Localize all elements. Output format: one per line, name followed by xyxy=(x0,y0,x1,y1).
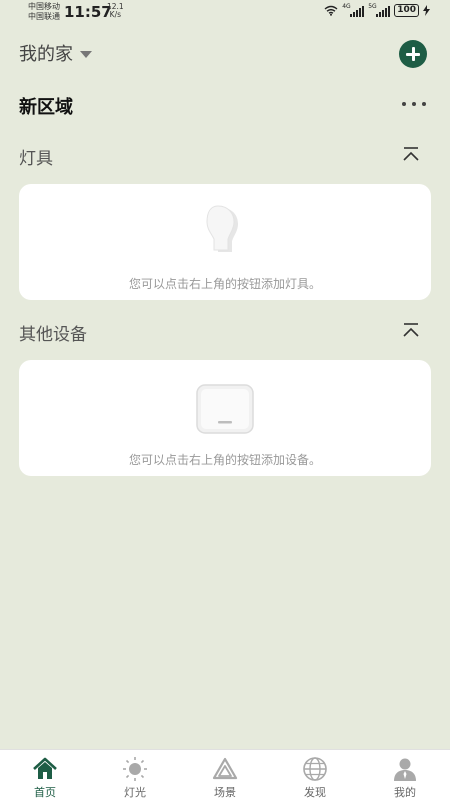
tab-label-mine: 我的 xyxy=(394,786,416,799)
carrier-info: 中国移动 中国联通 xyxy=(28,2,60,22)
charging-icon xyxy=(423,5,430,16)
tab-home[interactable]: 首页 xyxy=(0,750,90,800)
section-title-lights: 灯具 xyxy=(19,149,53,169)
signal-strength-icon-1: 4G xyxy=(342,2,365,17)
tab-mine[interactable]: 我的 xyxy=(360,750,450,800)
signal2-type: 5G xyxy=(368,2,377,10)
net-speed: 12.1 K/s xyxy=(107,3,124,19)
collapse-icon[interactable] xyxy=(402,322,420,338)
globe-icon xyxy=(303,757,327,781)
devices-empty-card: 您可以点击右上角的按钮添加设备。 xyxy=(19,360,431,476)
add-button[interactable] xyxy=(399,40,427,68)
carrier-name-2: 中国联通 xyxy=(28,12,60,21)
carrier-name-1: 中国移动 xyxy=(28,2,60,11)
home-selector[interactable]: 我的家 xyxy=(19,40,92,66)
battery-level: 100 xyxy=(394,4,419,17)
bottom-tab-bar: 首页 灯光 场景 发现 我的 xyxy=(0,749,450,800)
bulb-icon xyxy=(206,205,238,252)
status-time: 11:57 xyxy=(64,3,112,21)
devices-empty-hint: 您可以点击右上角的按钮添加设备。 xyxy=(128,453,321,467)
caret-down-icon xyxy=(80,50,92,58)
tab-scenes[interactable]: 场景 xyxy=(180,750,270,800)
net-speed-unit: K/s xyxy=(109,10,122,19)
wifi-icon xyxy=(324,5,338,16)
more-options-icon[interactable] xyxy=(402,97,426,111)
user-profile-icon xyxy=(394,758,416,781)
signal1-type: 4G xyxy=(342,2,351,10)
tab-label-home: 首页 xyxy=(34,786,56,799)
home-icon xyxy=(33,757,57,779)
lights-empty-hint: 您可以点击右上角的按钮添加灯具。 xyxy=(128,277,321,291)
tab-discover[interactable]: 发现 xyxy=(270,750,360,800)
tab-label-lights: 灯光 xyxy=(124,786,146,799)
tab-lights[interactable]: 灯光 xyxy=(90,750,180,800)
area-title: 新区域 xyxy=(19,97,73,118)
status-icons: 4G 5G 100 xyxy=(324,2,430,17)
lights-empty-card: 您可以点击右上角的按钮添加灯具。 xyxy=(19,184,431,300)
status-bar: 中国移动 中国联通 11:57 12.1 K/s 4G 5G 100 xyxy=(0,0,450,26)
signal-strength-icon-2: 5G xyxy=(368,2,391,17)
device-icon xyxy=(196,384,254,434)
scene-triangle-icon xyxy=(212,757,238,780)
home-name: 我的家 xyxy=(19,44,73,65)
tab-label-scenes: 场景 xyxy=(214,786,236,799)
tab-label-discover: 发现 xyxy=(304,786,326,799)
section-title-devices: 其他设备 xyxy=(19,325,87,345)
sun-icon xyxy=(123,757,147,781)
collapse-icon[interactable] xyxy=(402,146,420,162)
